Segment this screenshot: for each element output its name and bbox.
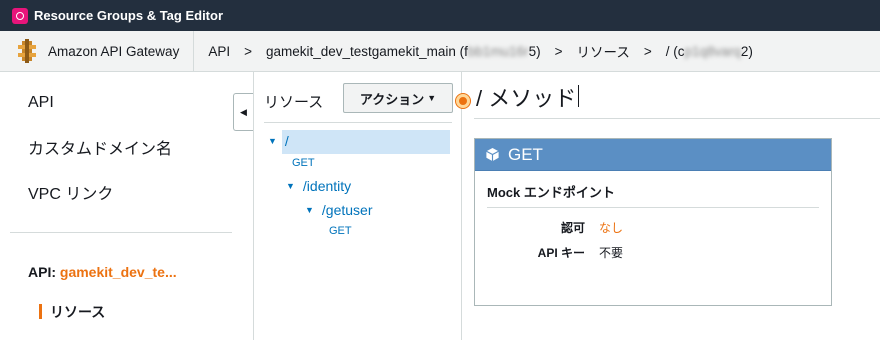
breadcrumb-separator: > — [244, 43, 252, 59]
collapse-sidebar-button[interactable]: ◀ — [233, 93, 253, 131]
sidebar-item-vpc-link[interactable]: VPC リンク — [28, 180, 113, 204]
card-divider — [487, 207, 819, 208]
integration-type: Mock エンドポイント — [487, 185, 615, 200]
api-gateway-icon — [18, 39, 36, 63]
service-name[interactable]: Amazon API Gateway — [48, 44, 179, 59]
tree-node-identity[interactable]: ▼ /identity — [286, 178, 351, 194]
tree-node-getuser[interactable]: ▼ /getuser — [305, 202, 373, 218]
method-name: GET — [508, 144, 543, 164]
text-cursor — [578, 85, 579, 107]
chevron-left-icon: ◀ — [240, 106, 247, 117]
sidebar-item-api[interactable]: API — [28, 94, 54, 112]
sidebar-divider — [10, 232, 232, 233]
expand-triangle-icon[interactable]: ▼ — [286, 181, 295, 191]
tree-method-get[interactable]: GET — [292, 157, 315, 169]
cube-icon — [486, 147, 499, 162]
actions-button[interactable]: アクション ▼ — [343, 83, 453, 113]
service-crumb[interactable]: Amazon API Gateway — [16, 30, 195, 72]
tree-node-label: /getuser — [321, 202, 373, 218]
sidebar-item-custom-domain[interactable]: カスタムドメイン名 — [28, 135, 172, 159]
breadcrumb-api-name[interactable]: gamekit_dev_testgamekit_main (fbb1mu16r5… — [266, 44, 541, 59]
resource-panel: リソース アクション ▼ ▼ / GET ▼ /identity ▼ /getus… — [254, 72, 462, 340]
resource-groups-link[interactable]: Resource Groups & Tag Editor — [34, 8, 223, 23]
breadcrumb-separator: > — [554, 43, 563, 59]
expand-triangle-icon[interactable]: ▼ — [305, 205, 314, 215]
resize-handle[interactable] — [456, 94, 470, 108]
tree-node-label: / — [284, 133, 289, 149]
api-name-link[interactable]: gamekit_dev_te... — [60, 264, 177, 280]
resource-groups-icon[interactable] — [12, 7, 28, 24]
breadcrumb-resources[interactable]: リソース — [577, 41, 630, 61]
actions-label: アクション — [359, 91, 425, 107]
sidebar-item-label: リソース — [50, 304, 106, 320]
breadcrumb-api[interactable]: API — [208, 44, 230, 59]
auth-value[interactable]: なし — [599, 219, 623, 236]
current-api: API: gamekit_dev_te... — [28, 264, 177, 280]
resources-title: リソース — [264, 94, 324, 111]
title-divider — [474, 118, 880, 119]
expand-triangle-icon[interactable]: ▼ — [268, 136, 277, 146]
method-card: GET Mock エンドポイント 認可 なし API キー 不要 — [474, 138, 832, 306]
page-title: / メソッド — [476, 86, 577, 111]
panel-divider — [264, 122, 452, 123]
breadcrumb-separator: > — [643, 43, 652, 59]
breadcrumb: Amazon API Gateway API > gamekit_dev_tes… — [0, 30, 880, 72]
tree-method-get[interactable]: GET — [329, 225, 352, 237]
breadcrumb-resource-id: / (cp1q8varq2) — [665, 43, 753, 59]
api-key-label: API キー — [537, 246, 585, 260]
tree-node-label: /identity — [302, 178, 352, 194]
tree-node-root[interactable]: ▼ / — [268, 133, 289, 149]
method-card-header[interactable]: GET — [475, 139, 831, 171]
sidebar-item-resources[interactable]: リソース — [38, 302, 106, 322]
caret-down-icon: ▼ — [427, 93, 437, 103]
auth-label: 認可 — [560, 221, 585, 235]
left-sidebar: API カスタムドメイン名 VPC リンク API: gamekit_dev_t… — [0, 72, 254, 340]
api-prefix: API: — [28, 264, 56, 280]
top-bar: Resource Groups & Tag Editor — [0, 0, 880, 31]
selected-resource-highlight — [282, 130, 450, 154]
api-key-value: 不要 — [599, 246, 624, 260]
